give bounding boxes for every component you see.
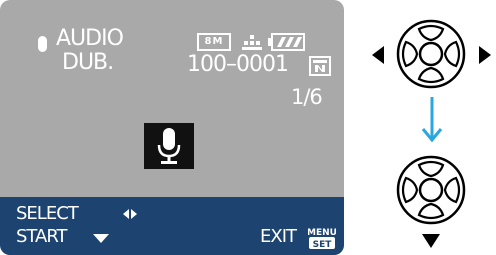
select-label: SELECT: [16, 203, 79, 224]
menu-set-button-icon: MENU SET: [308, 228, 336, 250]
left-right-arrows-icon: [123, 209, 137, 219]
file-number: 100–0001: [187, 52, 289, 77]
menu-set-line1: MENU: [308, 228, 336, 238]
picture-size-badge: 8M: [197, 33, 231, 51]
battery-icon: [268, 33, 305, 51]
center-mic-box: [144, 123, 194, 169]
card-icon: [309, 56, 331, 76]
mode-title-line1: AUDIO: [56, 26, 124, 51]
left-arrow-icon: [372, 46, 384, 64]
menu-set-line2: SET: [313, 240, 333, 250]
mode-title-line2: DUB.: [62, 50, 114, 75]
next-step-arrow-icon: [421, 97, 443, 143]
microphone-icon: [38, 36, 47, 52]
camera-lcd-screen: AUDIO DUB. 8M 100–0001 1/6 SELECT START …: [0, 0, 344, 255]
down-arrow-icon: [422, 234, 440, 248]
down-arrow-icon: [93, 234, 109, 243]
mode-title: AUDIO DUB.: [56, 26, 124, 75]
frame-count: 1/6: [291, 85, 323, 109]
cursor-pad-icon[interactable]: [396, 19, 466, 89]
microphone-icon: [157, 128, 181, 164]
exit-label: EXIT: [260, 226, 297, 247]
quality-icon: [242, 35, 262, 50]
start-label: START: [16, 226, 68, 247]
right-arrow-icon: [479, 46, 491, 64]
cursor-pad-icon[interactable]: [396, 155, 466, 225]
